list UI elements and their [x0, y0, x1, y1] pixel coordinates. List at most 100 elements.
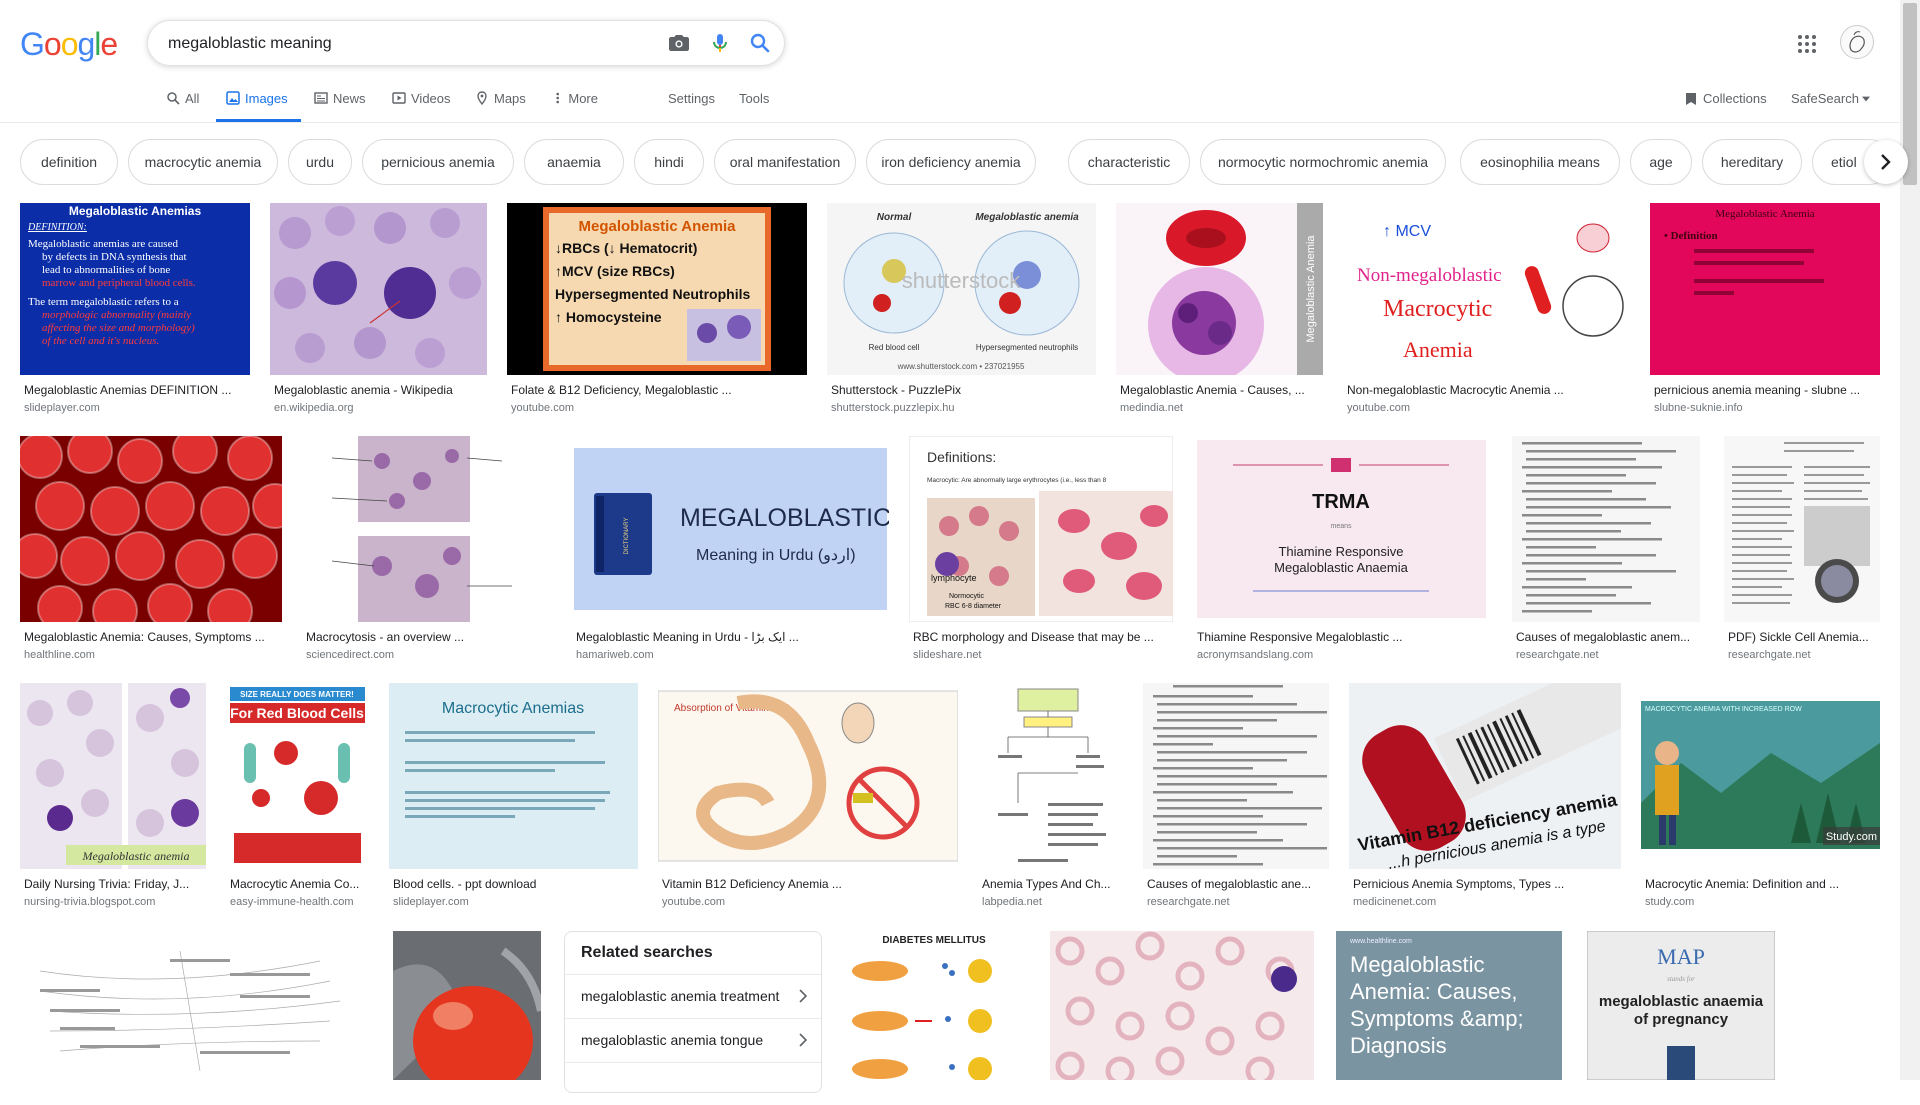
collections-link[interactable]: Collections	[1685, 91, 1767, 106]
result-source: en.wikipedia.org	[274, 402, 354, 414]
chip[interactable]: pernicious anemia	[362, 139, 514, 185]
chip[interactable]: eosinophilia means	[1460, 139, 1620, 185]
thumb-text: Macrocytic: Are abnormally large erythro…	[927, 477, 1107, 484]
image-result[interactable]: ↑ MCV Non-megaloblastic Macrocytic Anemi…	[1343, 203, 1630, 416]
tab-videos[interactable]: Videos	[392, 86, 454, 122]
image-result[interactable]: Megaloblastic Anemia: Causes, Symptoms .…	[20, 436, 282, 662]
tab-news[interactable]: News	[314, 86, 374, 122]
related-search-item[interactable]: megaloblastic anemia tongue	[565, 1018, 821, 1061]
chip[interactable]: oral manifestation	[714, 139, 856, 185]
search-icon[interactable]	[748, 31, 772, 55]
chip[interactable]: definition	[20, 139, 118, 185]
search-icon	[167, 92, 180, 105]
tab-maps[interactable]: Maps	[475, 86, 531, 122]
image-result[interactable]: www.healthline.com Megaloblastic Anemia:…	[1336, 931, 1562, 1080]
settings-link[interactable]: Settings	[668, 91, 715, 106]
chip[interactable]: urdu	[288, 139, 352, 185]
chip[interactable]: anaemia	[524, 139, 624, 185]
image-result[interactable]: Megaloblastic Anemias DEFINITION: Megalo…	[20, 203, 250, 416]
image-result[interactable]: Causes of megaloblastic anem... research…	[1512, 436, 1700, 662]
thumb-text: DICTIONARY	[624, 518, 630, 555]
image-result[interactable]	[393, 931, 541, 1080]
tools-link[interactable]: Tools	[739, 91, 769, 106]
result-title: PDF) Sickle Cell Anemia...	[1728, 630, 1869, 644]
chevron-right-icon	[799, 1033, 807, 1047]
image-result[interactable]: Normal Megaloblastic anemia shutterstock…	[827, 203, 1096, 416]
image-result[interactable]: Macrocytosis - an overview ... sciencedi…	[302, 436, 552, 662]
related-search-item[interactable]	[565, 1062, 821, 1105]
search-input[interactable]	[166, 21, 650, 67]
thumb-text: Normocytic	[949, 593, 985, 600]
image-result[interactable]: Causes of megaloblastic ane... researchg…	[1143, 683, 1329, 909]
chip[interactable]: normocytic normochromic anemia	[1200, 139, 1446, 185]
result-thumbnail	[270, 203, 487, 375]
account-avatar[interactable]	[1840, 25, 1874, 59]
result-thumbnail	[1512, 436, 1700, 622]
thumb-text: For Red Blood Cells	[230, 705, 364, 721]
safesearch-dropdown[interactable]: SafeSearch	[1791, 91, 1870, 106]
thumb-text: Megaloblastic Anemia: Causes, Symptoms &…	[1350, 952, 1524, 1058]
chip[interactable]: hindi	[634, 139, 704, 185]
image-result[interactable]: Megaloblastic Anemia • Definition pernic…	[1650, 203, 1880, 416]
map-pin-icon	[477, 91, 487, 105]
result-thumbnail: www.healthline.com Megaloblastic Anemia:…	[1336, 931, 1562, 1080]
result-title: Shutterstock - PuzzlePix	[831, 383, 962, 397]
image-result[interactable]: Vitamin B12 deficiency anemia ...h perni…	[1349, 683, 1621, 909]
image-result[interactable]: MAP stands for megaloblastic anaemia of …	[1587, 931, 1775, 1080]
result-title: Megaloblastic Anemia: Causes, Symptoms .…	[24, 630, 265, 644]
chip[interactable]: iron deficiency anemia	[866, 139, 1036, 185]
image-result[interactable]: PDF) Sickle Cell Anemia... researchgate.…	[1724, 436, 1880, 662]
result-source: labpedia.net	[982, 896, 1042, 908]
result-thumbnail	[393, 931, 541, 1080]
thumb-text: www.shutterstock.com • 237021955	[897, 362, 1025, 371]
image-result[interactable]: Megaloblastic Anemia Megaloblastic Anemi…	[1116, 203, 1323, 416]
image-result[interactable]: Anemia Types And Ch... labpedia.net	[978, 683, 1121, 909]
result-source: easy-immune-health.com	[230, 896, 354, 908]
image-result[interactable]: SIZE REALLY DOES MATTER! For Red Blood C…	[226, 683, 369, 909]
image-result[interactable]: Megaloblastic anemia - Wikipedia en.wiki…	[270, 203, 487, 416]
result-thumbnail: Definitions: Macrocytic: Are abnormally …	[909, 436, 1173, 622]
microphone-icon[interactable]	[708, 31, 732, 55]
image-result[interactable]: Megaloblastic Anemia ↓RBCs (↓ Hematocrit…	[507, 203, 807, 416]
image-result[interactable]	[1050, 931, 1314, 1080]
result-title: Causes of megaloblastic ane...	[1147, 877, 1312, 891]
tab-all[interactable]: All	[166, 86, 206, 122]
thumb-text: Red blood cell	[869, 343, 920, 352]
image-result[interactable]: TRMA means Thiamine Responsive Megalobla…	[1193, 436, 1490, 662]
image-result[interactable]: DIABETES MELLITUS	[840, 931, 1028, 1080]
chips-next-button[interactable]	[1864, 140, 1908, 184]
result-title: Daily Nursing Trivia: Friday, J...	[24, 877, 190, 891]
image-result[interactable]: DICTIONARY MEGALOBLASTIC Meaning in Urdu…	[572, 436, 889, 662]
result-thumbnail: Macrocytic Anemias	[389, 683, 638, 869]
apps-grid-icon[interactable]	[1795, 32, 1819, 56]
thumb-text: • Definition	[1664, 230, 1718, 242]
result-source: study.com	[1645, 896, 1695, 908]
image-result[interactable]: Absorption of Vitamin B12 Vitamin B12 De…	[658, 683, 958, 909]
chip[interactable]: characteristic	[1068, 139, 1190, 185]
result-thumbnail	[1050, 931, 1314, 1080]
related-searches-panel: Related searches megaloblastic anemia tr…	[564, 931, 822, 1093]
image-result[interactable]: Definitions: Macrocytic: Are abnormally …	[909, 436, 1173, 662]
tab-more[interactable]: More	[552, 86, 598, 122]
camera-icon[interactable]	[667, 31, 691, 55]
image-result[interactable]: Megaloblastic anemia Daily Nursing Trivi…	[20, 683, 206, 909]
related-search-item[interactable]: megaloblastic anemia treatment	[565, 974, 821, 1017]
thumb-text: ↑ MCV	[1383, 223, 1431, 240]
result-source: researchgate.net	[1728, 649, 1811, 661]
image-icon	[226, 91, 240, 105]
thumb-text: means	[1330, 523, 1352, 530]
google-logo[interactable]: Google	[20, 26, 118, 63]
chip[interactable]: age	[1630, 139, 1692, 185]
chip[interactable]: macrocytic anemia	[128, 139, 278, 185]
thumb-text: Megaloblastic anemia	[975, 212, 1079, 223]
thumb-text: lymphocyte	[931, 573, 977, 583]
image-result[interactable]	[20, 931, 371, 1080]
image-result[interactable]: Macrocytic Anemias Blood cells. - ppt do…	[389, 683, 638, 909]
result-thumbnail	[302, 436, 552, 622]
thumb-text: MAP	[1657, 944, 1705, 969]
result-title: Megaloblastic Anemia - Causes, ...	[1120, 383, 1305, 397]
chip[interactable]: hereditary	[1702, 139, 1802, 185]
thumb-text: of the cell and it's nucleus.	[42, 335, 159, 347]
image-result[interactable]: MACROCYTIC ANEMIA WITH INCREASED ROW Stu…	[1641, 683, 1880, 909]
tab-images[interactable]: Images	[216, 86, 301, 122]
